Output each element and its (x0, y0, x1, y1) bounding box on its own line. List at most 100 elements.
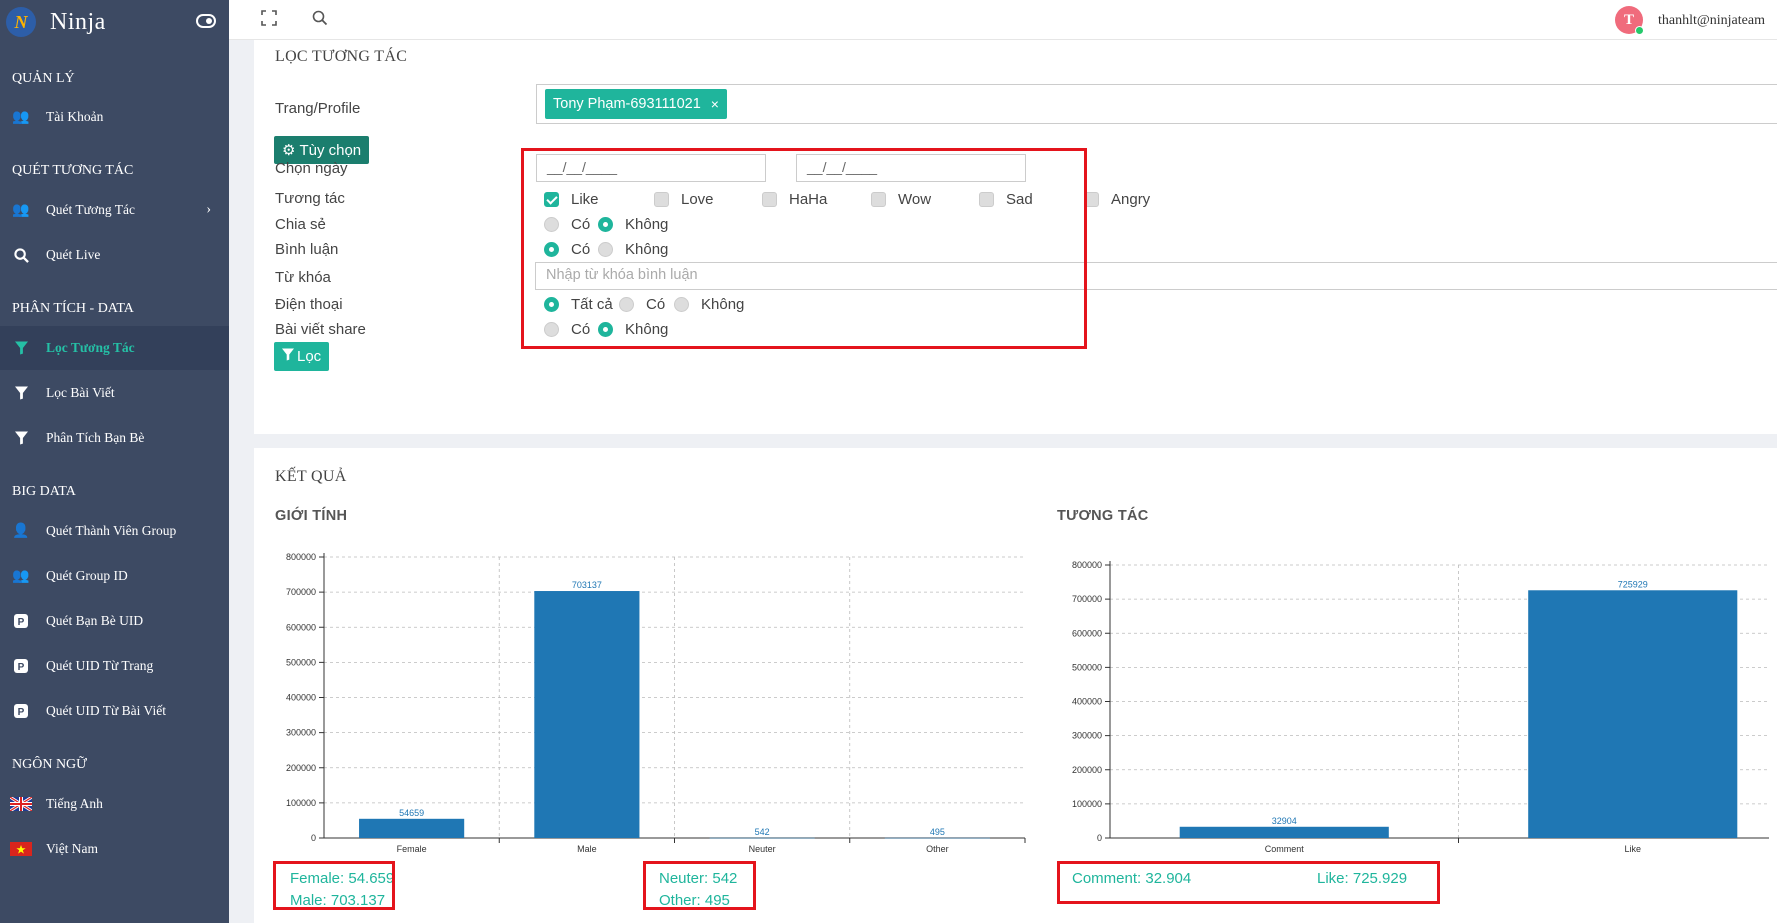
sidebar-item-quettuongtac[interactable]: 👥 Quét Tương Tác › (0, 190, 229, 230)
reaction-angry[interactable]: Angry (1084, 191, 1150, 208)
sidebar-item-label: Lọc Tương Tác (46, 340, 135, 355)
chevron-right-icon: › (206, 202, 211, 217)
y-tick-label: 800000 (1072, 560, 1102, 570)
pinterest-icon: P (10, 659, 32, 673)
sidebar-item-thanhviengroup[interactable]: 👤 Quét Thành Viên Group (0, 511, 229, 551)
section-ngonngu: NGÔN NGỮ (12, 757, 88, 772)
topbar (229, 0, 1777, 40)
bar (1179, 826, 1389, 838)
highlight-box (643, 861, 756, 910)
sidebar-item-vietnam[interactable]: Việt Nam (0, 829, 229, 869)
users-icon: 👥 (12, 568, 30, 584)
sidebar-item-label: Quét Thành Viên Group (46, 523, 177, 538)
share-label: Chia sẻ (275, 216, 326, 233)
user-icon: 👤 (12, 523, 30, 539)
x-tick-label: Like (1624, 844, 1641, 852)
sidebar: N Ninja QUẢN LÝ 👥 Tài Khoản QUÉT TƯƠNG T… (0, 0, 229, 923)
sidebar-item-uidtrang[interactable]: P Quét UID Từ Trang (0, 646, 229, 686)
sidebar-item-locbaiviet[interactable]: Lọc Bài Viết (0, 373, 229, 413)
sidebar-item-banbeuid[interactable]: P Quét Bạn Bè UID (0, 601, 229, 641)
search-icon[interactable] (312, 10, 328, 31)
y-tick-label: 200000 (286, 763, 316, 773)
profile-tag-label: Tony Phạm-693111021 (553, 96, 701, 112)
svg-text:P: P (18, 662, 25, 673)
reaction-label: Tương tác (275, 190, 345, 207)
x-tick-label: Female (397, 844, 427, 852)
sidebar-item-label: Phân Tích Bạn Bè (46, 430, 145, 445)
sidebar-item-quetlive[interactable]: Quét Live (0, 235, 229, 275)
y-tick-label: 400000 (1072, 697, 1102, 707)
bar (884, 837, 990, 839)
sidebar-item-uidbaiviet[interactable]: P Quét UID Từ Bài Viết (0, 691, 229, 731)
sidebar-toggle-icon[interactable] (196, 14, 216, 28)
bar (709, 837, 815, 839)
section-quanly: QUẢN LÝ (12, 71, 75, 86)
data-label: 32904 (1272, 816, 1297, 826)
interaction-title: TƯƠNG TÁC (1057, 508, 1149, 524)
y-tick-label: 600000 (286, 622, 316, 632)
profile-label: Trang/Profile (275, 100, 361, 117)
brand-name: Ninja (50, 8, 106, 35)
y-tick-label: 500000 (1072, 662, 1102, 672)
svg-text:P: P (18, 617, 25, 628)
keyword-label: Từ khóa (275, 269, 331, 286)
results-card: KẾT QUẢ GIỚI TÍNH TƯƠNG TÁC 0 100000 20000… (254, 448, 1777, 923)
pinterest-icon: P (10, 704, 32, 718)
sidebar-item-label: Quét Bạn Bè UID (46, 613, 144, 628)
highlight-box (521, 148, 1087, 349)
y-tick-label: 600000 (1072, 628, 1102, 638)
reaction-angry-label: Angry (1111, 191, 1151, 208)
user-email[interactable]: thanhlt@ninjateam (1658, 13, 1765, 29)
profile-select[interactable]: Tony Phạm-693111021 × (536, 84, 1777, 124)
section-bigdata: BIG DATA (12, 484, 76, 499)
filter-title: LỌC TƯƠNG TÁC (275, 48, 408, 65)
sidebar-item-label: Việt Nam (46, 841, 99, 856)
y-tick-label: 300000 (1072, 731, 1102, 741)
sidebar-item-taikhoan[interactable]: 👥 Tài Khoản (0, 97, 229, 137)
y-tick-label: 100000 (286, 798, 316, 808)
filter-icon (10, 341, 32, 355)
pinterest-icon: P (10, 614, 32, 628)
sidebar-item-groupid[interactable]: 👥 Quét Group ID (0, 556, 229, 596)
filter-button-label: Lọc (297, 348, 322, 365)
filter-icon (10, 386, 32, 400)
x-tick-label: Neuter (749, 844, 776, 852)
filter-card: LỌC TƯƠNG TÁC Trang/Profile Tony Phạm-69… (254, 40, 1777, 434)
vietnam-flag-icon (10, 842, 32, 856)
date-label: Chọn ngày (275, 160, 348, 177)
sidebar-item-loctuongtac[interactable]: Lọc Tương Tác (0, 326, 229, 370)
y-tick-label: 100000 (1072, 799, 1102, 809)
data-label: 54659 (399, 808, 424, 818)
bar (534, 591, 640, 838)
y-tick-label: 700000 (1072, 594, 1102, 604)
sidebar-item-label: Quét Tương Tác (46, 202, 135, 217)
close-icon[interactable]: × (711, 96, 719, 112)
x-tick-label: Other (926, 844, 949, 852)
gender-chart: 0 100000 200000 300000 400000 500000 600000 700… (286, 552, 1026, 852)
results-title: KẾT QUẢ (275, 468, 347, 485)
data-label: 703137 (572, 580, 602, 590)
profile-tag[interactable]: Tony Phạm-693111021 × (545, 89, 727, 119)
x-tick-label: Comment (1265, 844, 1305, 852)
sidebar-item-label: Tiếng Anh (46, 796, 103, 811)
filter-button[interactable]: Lọc (274, 342, 330, 371)
search-icon (10, 247, 32, 263)
sidebar-item-tienganh[interactable]: Tiếng Anh (0, 784, 229, 824)
avatar[interactable]: T (1615, 6, 1644, 35)
x-tick-label: Male (577, 844, 597, 852)
y-tick-label: 0 (1097, 833, 1102, 843)
data-label: 495 (930, 827, 945, 837)
comment-label: Bình luận (275, 241, 339, 258)
brand[interactable]: N Ninja (0, 0, 229, 44)
data-label: 725929 (1618, 579, 1648, 589)
data-label: 542 (755, 827, 770, 837)
gender-title: GIỚI TÍNH (275, 508, 348, 524)
y-tick-label: 800000 (286, 552, 316, 562)
fullscreen-icon[interactable] (261, 10, 277, 31)
filter-icon (282, 348, 294, 365)
bar (1528, 590, 1738, 838)
interaction-chart: 0 100000 200000 300000 400000 500000 600000 700… (1072, 560, 1769, 852)
sidebar-item-phantichbanbe[interactable]: Phân Tích Bạn Bè (0, 418, 229, 458)
sidebar-item-label: Quét Live (46, 247, 101, 262)
y-tick-label: 0 (311, 833, 316, 843)
